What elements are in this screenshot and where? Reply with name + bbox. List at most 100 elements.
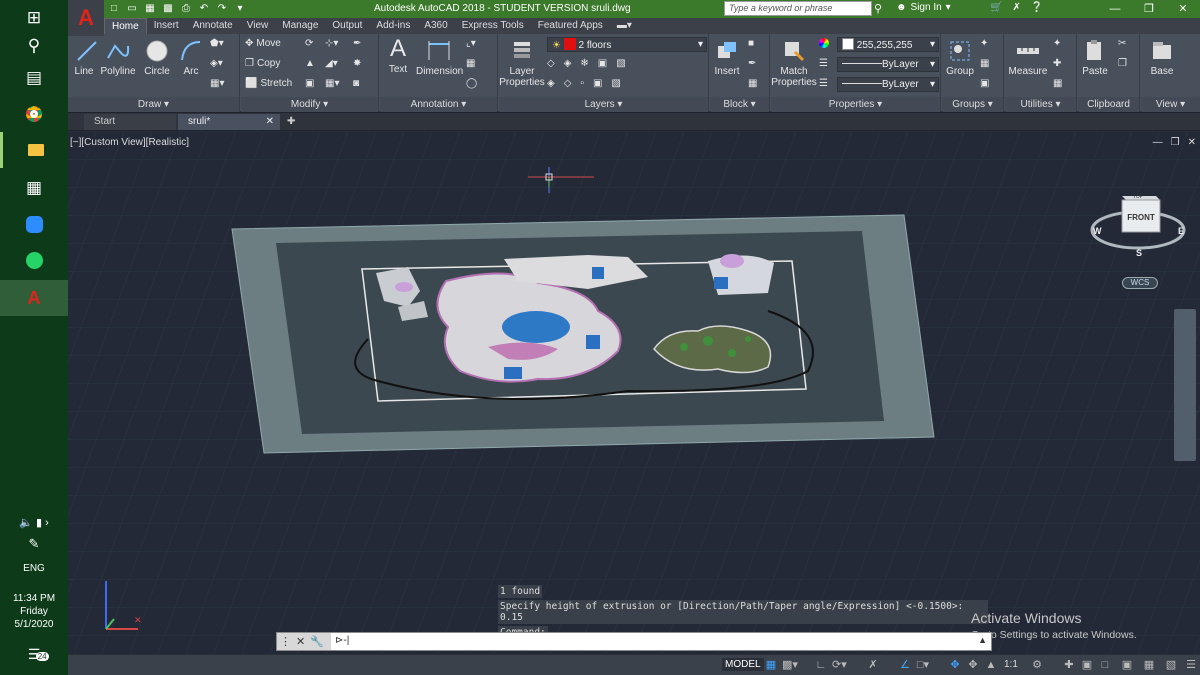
hatch-icon[interactable]: ◈▾: [210, 58, 223, 69]
annotation-panel-title[interactable]: Annotation ▾: [380, 97, 497, 112]
edit-attributes-icon[interactable]: ▦: [748, 78, 757, 89]
chrome-icon[interactable]: [0, 96, 68, 132]
close-command-line-icon[interactable]: ✕: [296, 635, 305, 648]
ortho-toggle-icon[interactable]: ∟: [814, 658, 828, 672]
line-tool[interactable]: Line: [74, 38, 97, 77]
tab-express-tools[interactable]: Express Tools: [455, 18, 531, 34]
layer-unisolate-icon[interactable]: ◇: [564, 78, 572, 89]
edit-block-icon[interactable]: ✒: [748, 58, 756, 69]
block-panel-title[interactable]: Block ▾: [710, 97, 769, 112]
close-button[interactable]: ✕: [1166, 0, 1200, 18]
linetype-icon[interactable]: ☰: [819, 58, 828, 69]
whatsapp-icon[interactable]: [0, 242, 68, 278]
sign-in-button[interactable]: ☻ Sign In ▾: [896, 2, 951, 13]
create-block-icon[interactable]: ■: [748, 38, 754, 49]
lock-ui-icon[interactable]: ▣: [1120, 658, 1134, 672]
application-menu-button[interactable]: A: [68, 0, 104, 36]
insert-button[interactable]: Insert: [710, 38, 744, 77]
layer-thaw-icon[interactable]: ▫: [580, 78, 584, 89]
text-tool[interactable]: A Text: [384, 36, 412, 76]
workspace-switch-icon[interactable]: ⚙: [1030, 658, 1044, 672]
offset-icon[interactable]: ◙: [353, 78, 359, 89]
pen-icon[interactable]: ✎: [0, 526, 68, 562]
tab-a360[interactable]: A360: [417, 18, 454, 34]
color-dropdown[interactable]: 255,255,255 ▾: [837, 37, 939, 52]
rotate-icon[interactable]: ⟳: [305, 38, 313, 49]
calculator-icon[interactable]: ▦: [0, 170, 68, 206]
print-icon[interactable]: ⎙: [180, 3, 192, 15]
copy-button[interactable]: ❐ Copy: [245, 58, 280, 69]
viewport-minimize-icon[interactable]: —: [1153, 137, 1163, 148]
search-icon[interactable]: ⚲: [0, 28, 68, 64]
search-icon[interactable]: ⚲: [874, 2, 882, 15]
object-snap-icon[interactable]: □▾: [916, 658, 930, 672]
navigation-bar[interactable]: [1174, 309, 1196, 461]
open-file-icon[interactable]: ▭: [126, 3, 138, 15]
erase-icon[interactable]: ✒: [353, 38, 361, 49]
arc-tool[interactable]: Arc: [178, 38, 204, 77]
cut-icon[interactable]: ✂: [1118, 38, 1126, 49]
match-properties-button[interactable]: Match Properties: [771, 38, 817, 88]
tab-featured-apps[interactable]: Featured Apps: [531, 18, 610, 34]
zoom-icon[interactable]: [0, 206, 68, 242]
group-select-icon[interactable]: ▣: [980, 78, 989, 89]
grid-toggle-icon[interactable]: ▦: [764, 658, 778, 672]
clock-date[interactable]: 5/1/2020: [0, 619, 68, 630]
make-current-icon[interactable]: ◈: [547, 78, 555, 89]
clock-time[interactable]: 11:34 PM: [0, 593, 68, 604]
explode-icon[interactable]: ✸: [353, 58, 361, 69]
linetype-dropdown[interactable]: ByLayer ▾: [837, 57, 939, 72]
circle-tool[interactable]: Circle: [142, 38, 172, 77]
modify-panel-title[interactable]: Modify ▾: [241, 97, 378, 112]
tab-annotate[interactable]: Annotate: [186, 18, 240, 34]
file-explorer-icon[interactable]: [0, 132, 68, 168]
viewcube[interactable]: TOP FRONT W E S: [1088, 186, 1188, 286]
stretch-button[interactable]: ⬜ Stretch: [245, 78, 292, 89]
new-file-icon[interactable]: □: [108, 3, 120, 15]
viewport-controls-label[interactable]: [−][Custom View][Realistic]: [70, 137, 189, 148]
add-icon[interactable]: ✚: [1062, 658, 1076, 672]
tab-manage[interactable]: Manage: [275, 18, 325, 34]
polar-toggle-icon[interactable]: ⟳▾: [832, 658, 847, 672]
help-icon[interactable]: ❔: [1031, 2, 1043, 13]
ungroup-icon[interactable]: ✦: [980, 38, 988, 49]
annotation-scale-value[interactable]: 1:1: [1004, 659, 1018, 670]
calculator-icon[interactable]: ▦: [1053, 78, 1062, 89]
layer-previous-icon[interactable]: ▧: [611, 78, 620, 89]
viewport-close-icon[interactable]: ✕: [1188, 137, 1196, 148]
polyline-tool[interactable]: Polyline: [100, 38, 136, 77]
group-edit-icon[interactable]: ▦: [980, 58, 989, 69]
layer-properties-button[interactable]: Layer Properties: [499, 38, 545, 88]
fillet-icon[interactable]: ◢▾: [325, 58, 338, 69]
groups-panel-title[interactable]: Groups ▾: [942, 97, 1003, 112]
maximize-button[interactable]: ❐: [1132, 0, 1166, 18]
tab-insert[interactable]: Insert: [147, 18, 186, 34]
redo-icon[interactable]: ↷: [216, 3, 228, 15]
trim-icon[interactable]: ⊹▾: [325, 38, 338, 49]
layer-match-icon[interactable]: ▧: [616, 58, 625, 69]
undo-icon[interactable]: ↶: [198, 3, 210, 15]
array-icon[interactable]: ▦▾: [325, 78, 339, 89]
clock-day[interactable]: Friday: [0, 606, 68, 617]
group-button[interactable]: Group: [944, 38, 976, 77]
scale-icon[interactable]: ▣: [305, 78, 314, 89]
isodraft-icon[interactable]: ✗: [866, 658, 880, 672]
boundary-icon[interactable]: ▦▾: [210, 78, 224, 89]
command-input[interactable]: ⊳-|: [335, 635, 349, 646]
customize-icon[interactable]: 🔧: [310, 635, 324, 648]
hardware-acceleration-icon[interactable]: □: [1098, 658, 1112, 672]
workspace-dropdown-icon[interactable]: ▾: [234, 3, 246, 15]
isolate-objects-icon[interactable]: ▣: [1080, 658, 1094, 672]
layer-unlock-icon[interactable]: ▣: [593, 78, 602, 89]
layer-isolate-icon[interactable]: ◈: [564, 58, 572, 69]
layers-panel-title[interactable]: Layers ▾: [499, 97, 708, 112]
snap-toggle-icon[interactable]: ▩▾: [782, 658, 798, 672]
customization-icon[interactable]: ☰: [1184, 658, 1198, 672]
leader-icon[interactable]: ⌞▾: [466, 38, 476, 49]
tab-sruli[interactable]: sruli* ✕: [178, 114, 280, 130]
tab-output[interactable]: Output: [325, 18, 369, 34]
viewport-restore-icon[interactable]: ❐: [1171, 137, 1180, 148]
properties-panel-title[interactable]: Properties ▾: [771, 97, 940, 112]
minimize-button[interactable]: —: [1098, 0, 1132, 18]
tab-view[interactable]: View: [240, 18, 276, 34]
